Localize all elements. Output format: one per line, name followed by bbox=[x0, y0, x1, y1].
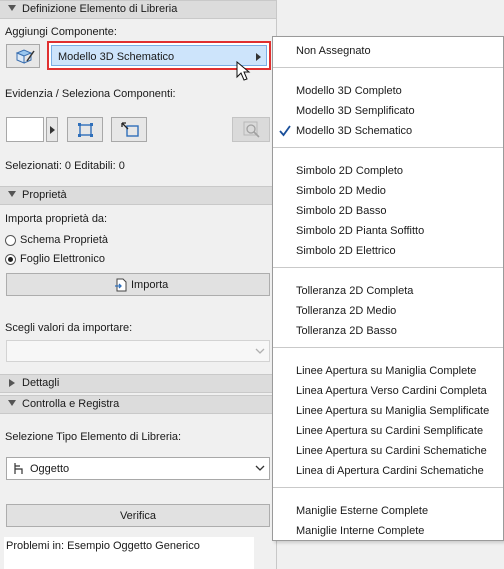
chevron-down-icon bbox=[255, 348, 265, 354]
menu-item-linea-apertura-cardini-completa[interactable]: Linea Apertura Verso Cardini Completa bbox=[296, 385, 487, 397]
import-icon bbox=[115, 278, 127, 292]
menu-separator bbox=[273, 487, 503, 488]
triangle-right-icon bbox=[50, 126, 55, 134]
menu-item-simbolo-2d-medio[interactable]: Simbolo 2D Medio bbox=[296, 185, 386, 197]
selection-status: Selezionati: 0 Editabili: 0 bbox=[5, 160, 125, 172]
section-title: Proprietà bbox=[22, 189, 67, 201]
radio-circle bbox=[5, 235, 16, 246]
problems-text: Problemi in: Esempio Oggetto Generico bbox=[6, 540, 200, 552]
import-from-label: Importa proprietà da: bbox=[5, 213, 108, 225]
menu-item-modello-3d-semplificato[interactable]: Modello 3D Semplificato bbox=[296, 105, 415, 117]
submenu-arrow-icon bbox=[256, 53, 261, 61]
menu-item-linee-apertura-cardini-semplificate[interactable]: Linee Apertura su Cardini Semplificate bbox=[296, 425, 483, 437]
section-header-dettagli[interactable]: Dettagli bbox=[0, 374, 276, 393]
component-picker-box[interactable] bbox=[6, 117, 44, 142]
menu-separator bbox=[273, 67, 503, 68]
radio-foglio-elettronico[interactable]: Foglio Elettronico bbox=[5, 253, 205, 267]
section-title: Definizione Elemento di Libreria bbox=[22, 3, 178, 15]
edit-component-button[interactable] bbox=[6, 44, 40, 68]
menu-item-modello-3d-completo[interactable]: Modello 3D Completo bbox=[296, 85, 402, 97]
component-edit-icon bbox=[15, 49, 35, 64]
chevron-down-icon bbox=[255, 465, 265, 471]
highlight-select-label: Evidenzia / Seleziona Componenti: bbox=[5, 88, 176, 100]
collapse-arrow-icon bbox=[8, 400, 16, 406]
checkmark-icon bbox=[279, 125, 291, 137]
menu-item-simbolo-2d-pianta-soffitto[interactable]: Simbolo 2D Pianta Soffitto bbox=[296, 225, 424, 237]
import-button[interactable]: Importa bbox=[6, 273, 270, 296]
dropdown-face: Modello 3D Schematico bbox=[51, 45, 267, 66]
problems-report-area: Problemi in: Esempio Oggetto Generico bbox=[4, 537, 254, 569]
menu-separator bbox=[273, 267, 503, 268]
menu-item-tolleranza-2d-completa[interactable]: Tolleranza 2D Completa bbox=[296, 285, 413, 297]
component-type-menu: Non Assegnato Modello 3D Completo Modell… bbox=[272, 36, 504, 541]
section-header-proprieta[interactable]: Proprietà bbox=[0, 186, 276, 205]
menu-item-non-assegnato[interactable]: Non Assegnato bbox=[296, 45, 371, 57]
magnifier-icon bbox=[243, 121, 260, 138]
collapse-arrow-icon bbox=[8, 5, 16, 11]
radio-label: Foglio Elettronico bbox=[20, 253, 105, 265]
radio-circle-selected bbox=[5, 254, 16, 265]
menu-item-simbolo-2d-elettrico[interactable]: Simbolo 2D Elettrico bbox=[296, 245, 396, 257]
verify-button-label: Verifica bbox=[119, 510, 157, 522]
import-button-label: Importa bbox=[131, 279, 169, 291]
verify-button[interactable]: Verifica bbox=[6, 504, 270, 527]
menu-item-maniglie-interne-complete[interactable]: Maniglie Interne Complete bbox=[296, 525, 424, 537]
expand-arrow-icon bbox=[9, 379, 15, 387]
menu-item-tolleranza-2d-medio[interactable]: Tolleranza 2D Medio bbox=[296, 305, 396, 317]
element-type-label: Selezione Tipo Elemento di Libreria: bbox=[5, 431, 182, 443]
object-chair-icon bbox=[14, 463, 23, 474]
element-type-value: Oggetto bbox=[30, 463, 70, 475]
radio-schema-proprieta[interactable]: Schema Proprietà bbox=[5, 234, 205, 248]
choose-values-label: Scegli valori da importare: bbox=[5, 322, 133, 334]
library-element-panel: Definizione Elemento di Libreria Aggiung… bbox=[0, 0, 277, 569]
selection-frame-icon bbox=[78, 123, 93, 137]
collapse-arrow-icon bbox=[8, 191, 16, 197]
section-header-definizione[interactable]: Definizione Elemento di Libreria bbox=[0, 0, 276, 19]
element-type-dropdown[interactable]: Oggetto bbox=[6, 457, 270, 480]
values-dropdown[interactable] bbox=[6, 340, 270, 362]
section-header-controlla[interactable]: Controlla e Registra bbox=[0, 395, 276, 414]
select-all-button[interactable] bbox=[67, 117, 103, 142]
dropdown-value: Modello 3D Schematico bbox=[58, 51, 175, 63]
menu-item-linee-apertura-cardini-schematiche[interactable]: Linee Apertura su Cardini Schematiche bbox=[296, 445, 487, 457]
select-area-button[interactable] bbox=[111, 117, 147, 142]
radio-label: Schema Proprietà bbox=[20, 234, 109, 246]
menu-item-linea-apertura-cardini-schematiche[interactable]: Linea di Apertura Cardini Schematiche bbox=[296, 465, 484, 477]
menu-item-linee-apertura-maniglia-semplificate[interactable]: Linee Apertura su Maniglia Semplificate bbox=[296, 405, 489, 417]
menu-item-simbolo-2d-basso[interactable]: Simbolo 2D Basso bbox=[296, 205, 387, 217]
menu-item-maniglie-esterne-complete[interactable]: Maniglie Esterne Complete bbox=[296, 505, 428, 517]
add-component-label: Aggiungi Componente: bbox=[5, 26, 117, 38]
section-title: Controlla e Registra bbox=[22, 398, 120, 410]
menu-separator bbox=[273, 147, 503, 148]
menu-item-tolleranza-2d-basso[interactable]: Tolleranza 2D Basso bbox=[296, 325, 397, 337]
menu-item-simbolo-2d-completo[interactable]: Simbolo 2D Completo bbox=[296, 165, 403, 177]
zoom-component-button[interactable] bbox=[232, 117, 270, 142]
mouse-cursor-icon bbox=[236, 61, 251, 81]
select-arrow-frame-icon bbox=[121, 122, 139, 137]
menu-item-modello-3d-schematico[interactable]: Modello 3D Schematico bbox=[296, 125, 412, 137]
section-title: Dettagli bbox=[22, 377, 60, 389]
menu-item-linee-apertura-maniglia-complete[interactable]: Linee Apertura su Maniglia Complete bbox=[296, 365, 476, 377]
menu-separator bbox=[273, 347, 503, 348]
picker-arrow-button[interactable] bbox=[46, 117, 58, 142]
